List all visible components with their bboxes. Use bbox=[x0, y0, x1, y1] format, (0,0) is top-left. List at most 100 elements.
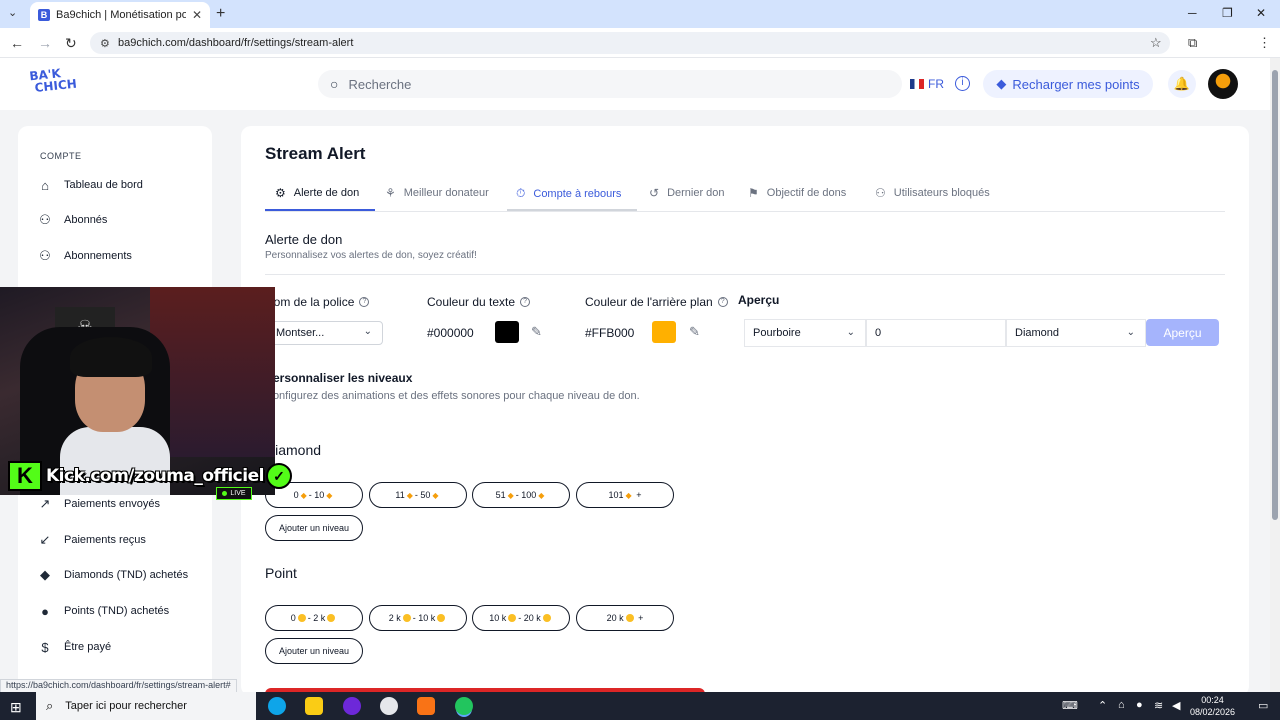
preview-label: Aperçu bbox=[738, 293, 780, 307]
vertical-scrollbar[interactable] bbox=[1270, 58, 1280, 692]
tab-donation-alert[interactable]: ⚙ Alerte de don bbox=[275, 186, 359, 200]
keyboard-icon[interactable]: ⌨ bbox=[1062, 699, 1078, 712]
bg-color-hex[interactable]: #FFB000 bbox=[585, 326, 634, 340]
clock-date: 08/02/2026 bbox=[1190, 707, 1236, 717]
site-settings-icon[interactable]: ⚙ bbox=[100, 37, 110, 50]
point-level-pill[interactable]: 10 k- 20 k bbox=[472, 605, 570, 631]
menu-dots-icon[interactable]: ⋮ bbox=[1258, 35, 1271, 51]
help-icon[interactable]: ? bbox=[520, 297, 531, 307]
preview-amount-input[interactable]: 0 bbox=[866, 319, 1006, 347]
diamond-icon: ◆ bbox=[326, 490, 333, 500]
windows-start-icon[interactable]: ⊞ bbox=[10, 699, 22, 716]
reload-icon[interactable]: ↻ bbox=[65, 35, 77, 52]
coin-icon bbox=[402, 614, 411, 622]
tab-top-donor[interactable]: ⚘ Meilleur donateur bbox=[385, 186, 489, 200]
tab-donation-goal[interactable]: ⚑ Objectif de dons bbox=[748, 186, 846, 200]
sidebar-item-payments-received[interactable]: ↙ Paiements reçus bbox=[36, 530, 146, 550]
tab-list-chevron-icon[interactable]: ⌄ bbox=[8, 6, 17, 19]
logo[interactable]: BA'K CHICH bbox=[29, 66, 78, 95]
add-point-level-button[interactable]: Ajouter un niveau bbox=[265, 638, 363, 664]
chevron-down-icon: ⌄ bbox=[1126, 327, 1135, 338]
sidebar-item-subscribers[interactable]: ⚇ Abonnés bbox=[36, 210, 107, 230]
clock-time: 00:24 bbox=[1201, 695, 1224, 705]
preview-type-value: Pourboire bbox=[753, 327, 801, 339]
font-select[interactable]: Montser... ⌄ bbox=[265, 321, 383, 345]
tab-blocked-users[interactable]: ⚇ Utilisateurs bloqués bbox=[875, 186, 990, 200]
notification-bell-icon[interactable]: 🔔 bbox=[1168, 70, 1196, 98]
volume-icon[interactable]: ◀ bbox=[1172, 699, 1180, 712]
preview-currency-select[interactable]: Diamond ⌄ bbox=[1006, 319, 1146, 347]
text-color-hex[interactable]: #000000 bbox=[427, 326, 474, 340]
maximize-icon[interactable]: ❐ bbox=[1222, 6, 1233, 20]
eyedropper-icon[interactable]: ✎ bbox=[689, 324, 700, 340]
search-input[interactable]: ○ Recherche bbox=[318, 70, 902, 98]
preview-button[interactable]: Aperçu bbox=[1146, 319, 1219, 346]
close-window-icon[interactable]: ✕ bbox=[1256, 6, 1266, 20]
help-icon[interactable]: ? bbox=[717, 297, 728, 307]
notifications-icon[interactable]: ▭ bbox=[1258, 699, 1268, 712]
section-subtitle: Personnalisez vos alertes de don, soyez … bbox=[265, 250, 477, 261]
extensions-icon[interactable]: ⧉ bbox=[1188, 35, 1197, 51]
coin-icon bbox=[437, 614, 446, 622]
wifi-icon[interactable]: ≋ bbox=[1154, 699, 1163, 712]
sidebar-item-dashboard[interactable]: ⌂ Tableau de bord bbox=[36, 175, 143, 195]
bookmark-star-icon[interactable]: ☆ bbox=[1150, 35, 1162, 51]
sidebar-item-get-paid[interactable]: $ Être payé bbox=[36, 637, 111, 657]
range-to: 2 k bbox=[313, 613, 326, 623]
text-color-swatch[interactable] bbox=[495, 321, 519, 343]
network-icon[interactable]: ⌂ bbox=[1118, 699, 1125, 711]
app-icon[interactable] bbox=[417, 697, 435, 715]
timer-icon: ⏱ bbox=[516, 186, 526, 200]
forward-icon[interactable]: → bbox=[38, 35, 52, 51]
diamond-icon: ◆ bbox=[625, 490, 632, 500]
diamond-level-pill[interactable]: 101 ◆ + bbox=[576, 482, 674, 508]
recharge-points-button[interactable]: ◆ Recharger mes points bbox=[983, 70, 1153, 98]
preview-type-select[interactable]: Pourboire ⌄ bbox=[744, 319, 866, 347]
edge-icon[interactable] bbox=[268, 697, 286, 715]
browser-tab[interactable]: B Ba9chich | Monétisation pour le ✕ bbox=[30, 2, 210, 28]
sidebar-item-diamonds[interactable]: ◆ Diamonds (TND) achetés bbox=[36, 565, 188, 585]
tray-chevron-icon[interactable]: ⌃ bbox=[1098, 699, 1107, 712]
info-icon[interactable]: i bbox=[955, 76, 970, 91]
bg-color-swatch[interactable] bbox=[652, 321, 676, 343]
chrome-icon[interactable] bbox=[455, 697, 473, 715]
help-icon[interactable]: ? bbox=[359, 297, 370, 307]
divider bbox=[265, 274, 1225, 275]
tab-label: Objectif de dons bbox=[766, 187, 847, 199]
point-level-pill[interactable]: 0- 2 k bbox=[265, 605, 363, 631]
point-level-pill[interactable]: 2 k- 10 k bbox=[369, 605, 467, 631]
eyedropper-icon[interactable]: ✎ bbox=[531, 324, 542, 340]
microphone-icon[interactable]: ● bbox=[1136, 699, 1143, 711]
file-explorer-icon[interactable] bbox=[305, 697, 323, 715]
font-label: Nom de la police ? bbox=[265, 295, 370, 309]
add-diamond-level-button[interactable]: Ajouter un niveau bbox=[265, 515, 363, 541]
new-tab-icon[interactable]: + bbox=[216, 5, 225, 23]
font-value: Montser... bbox=[276, 327, 325, 339]
obs-icon[interactable] bbox=[380, 697, 398, 715]
diamond-level-pill[interactable]: 51 ◆ - 100 ◆ bbox=[472, 482, 570, 508]
diamond-icon: ◆ bbox=[40, 567, 50, 582]
tab-last-donation[interactable]: ↺ Dernier don bbox=[649, 186, 725, 200]
active-tab-indicator bbox=[265, 209, 375, 211]
tab-countdown[interactable]: ⏱ Compte à rebours bbox=[516, 186, 621, 201]
minimize-icon[interactable]: ─ bbox=[1188, 6, 1197, 20]
france-flag-icon bbox=[910, 79, 924, 89]
windows-taskbar: ⊞ ⌕ Taper ici pour rechercher ⌨ ⌃ ⌂ ● ≋ … bbox=[0, 692, 1280, 720]
scrollbar-thumb[interactable] bbox=[1272, 70, 1278, 520]
taskbar-search[interactable]: ⌕ Taper ici pour rechercher bbox=[36, 692, 256, 720]
url-field[interactable]: ⚙ ba9chich.com/dashboard/fr/settings/str… bbox=[90, 32, 1170, 54]
back-icon[interactable]: ← bbox=[10, 35, 24, 51]
diamond-level-pill[interactable]: 11 ◆ - 50 ◆ bbox=[369, 482, 467, 508]
coin-icon bbox=[327, 614, 336, 622]
diamond-icon: ◆ bbox=[996, 76, 1007, 91]
bg-color-label-text: Couleur de l'arrière plan bbox=[585, 295, 713, 309]
sidebar-item-points[interactable]: ● Points (TND) achetés bbox=[36, 601, 169, 621]
sidebar-item-payments-sent[interactable]: ↗ Paiements envoyés bbox=[36, 494, 160, 514]
app-icon[interactable] bbox=[343, 697, 361, 715]
point-level-pill[interactable]: 20 k + bbox=[576, 605, 674, 631]
sidebar-item-subscriptions[interactable]: ⚇ Abonnements bbox=[36, 246, 132, 266]
close-tab-icon[interactable]: ✕ bbox=[192, 8, 202, 22]
clock[interactable]: 00:24 08/02/2026 bbox=[1190, 694, 1235, 718]
language-selector[interactable]: FR bbox=[910, 77, 944, 91]
avatar[interactable] bbox=[1208, 69, 1238, 99]
